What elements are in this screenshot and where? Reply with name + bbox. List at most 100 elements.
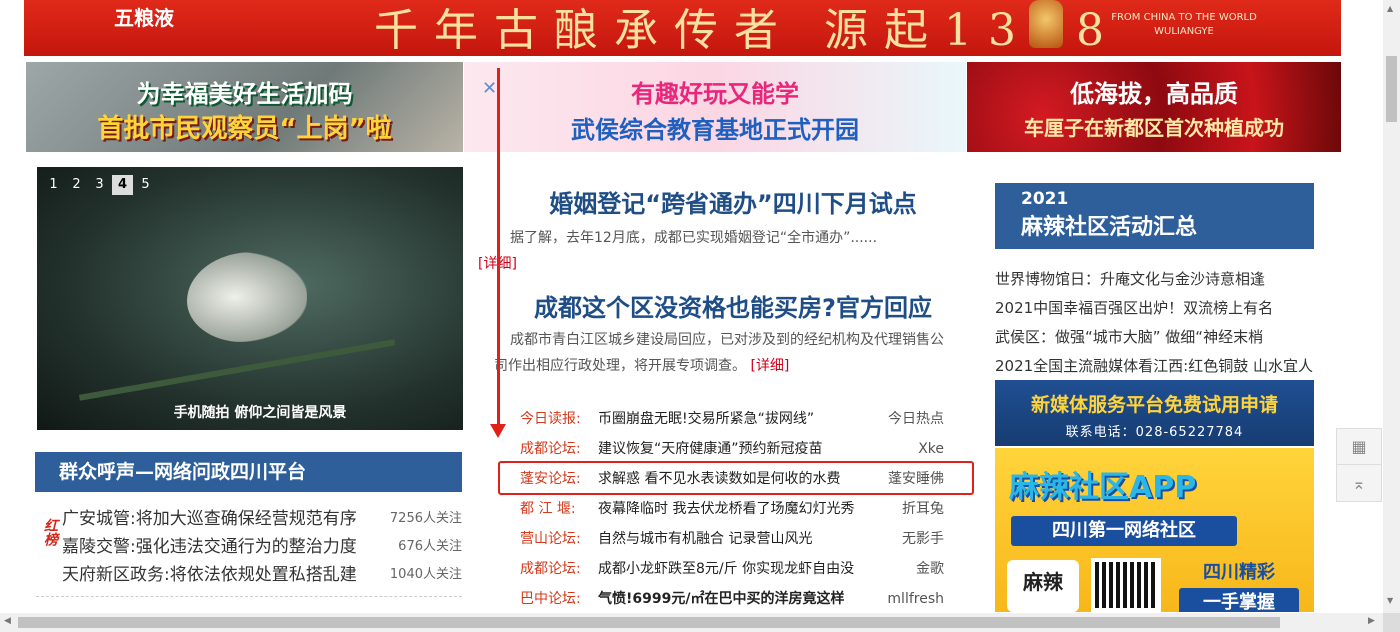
pager-page-3[interactable]: 3	[89, 175, 110, 195]
headline-desc: 据了解，去年12月底，成都已实现婚姻登记“全市通办”...... [详细]	[478, 225, 950, 277]
forum-author[interactable]: mllfresh	[887, 584, 944, 614]
forum-title[interactable]: 气愤!6999元/㎡在巴中买的洋房竟这样	[598, 584, 881, 614]
floating-toolbar: ▦ ⌅	[1336, 428, 1382, 502]
qr-code-image	[1091, 558, 1161, 612]
forum-author[interactable]: 无影手	[902, 524, 944, 554]
slide-caption[interactable]: 手机随拍 俯仰之间皆是风景	[37, 402, 463, 422]
list-item[interactable]: 世界博物馆日：升庵文化与金沙诗意相逢	[995, 265, 1325, 294]
appeal-count: 676人关注	[398, 539, 462, 554]
qr-code-icon[interactable]: ▦	[1337, 429, 1381, 465]
appeal-count: 1040人关注	[389, 567, 462, 582]
banner-brand-left: 五粮液	[114, 6, 174, 30]
ad-line2: 武侯综合教育基地正式开园	[571, 116, 859, 144]
ad-banner-observers[interactable]: 为幸福美好生活加码 首批市民观察员“上岗”啦	[26, 62, 463, 152]
list-item[interactable]: 2021中国幸福百强区出炉！双流榜上有名	[995, 294, 1325, 323]
forum-author[interactable]: 今日热点	[888, 404, 944, 434]
red-list-label: 红榜	[42, 518, 58, 546]
community-activity-summary[interactable]: 2021 麻辣社区活动汇总	[995, 183, 1314, 249]
list-item[interactable]: 广安城管:将加大巡查确保经营规范有序 7256人关注	[62, 505, 462, 533]
forum-title[interactable]: 建议恢复“天府健康通”预约新冠疫苗	[598, 434, 912, 464]
list-item[interactable]: 成都论坛: 成都小龙虾跌至8元/斤 你实现龙虾自由没 金歌	[520, 554, 944, 584]
banner-brand-right: FROM CHINA TO THE WORLD WULIANGYE	[1104, 12, 1264, 40]
forum-source[interactable]: 巴中论坛:	[520, 584, 598, 614]
forum-source[interactable]: 今日读报:	[520, 404, 598, 434]
list-item[interactable]: 成都论坛: 建议恢复“天府健康通”预约新冠疫苗 Xke	[520, 434, 944, 464]
headline-marriage-registration[interactable]: 婚姻登记“跨省通办”四川下月试点	[500, 184, 966, 219]
appeal-title[interactable]: 嘉陵交警:强化违法交通行为的整治力度	[62, 533, 357, 561]
forum-author[interactable]: Xke	[918, 434, 944, 464]
forum-title[interactable]: 币圈崩盘无眠!交易所紧急“拔网线”	[598, 404, 882, 434]
media-ad-phone: 联系电话：028-65227784	[1065, 425, 1244, 440]
ad-banner-cherries[interactable]: 低海拔，高品质 车厘子在新都区首次种植成功	[967, 62, 1341, 152]
right-news-list: 世界博物馆日：升庵文化与金沙诗意相逢 2021中国幸福百强区出炉！双流榜上有名 …	[995, 265, 1325, 381]
list-item[interactable]: 巴中论坛: 气愤!6999元/㎡在巴中买的洋房竟这样 mllfresh	[520, 584, 944, 614]
appeal-list: 广安城管:将加大巡查确保经营规范有序 7256人关注 嘉陵交警:强化违法交通行为…	[62, 505, 462, 589]
scroll-right-icon[interactable]: ▶	[1368, 616, 1375, 626]
scroll-down-icon[interactable]: ▼	[1387, 596, 1393, 605]
photo-slideshow[interactable]: 1 2 3 4 5 手机随拍 俯仰之间皆是风景	[37, 167, 463, 430]
app-logo: 麻辣	[1007, 560, 1079, 612]
plant-stem-image	[78, 339, 396, 401]
forum-source[interactable]: 成都论坛:	[520, 434, 598, 464]
pager-page-5[interactable]: 5	[135, 175, 156, 195]
list-item[interactable]: 今日读报: 币圈崩盘无眠!交易所紧急“拔网线” 今日热点	[520, 404, 944, 434]
top-banner-ad[interactable]: 五粮液 千年古酿承传者 源起1368 FROM CHINA TO THE WOR…	[24, 0, 1341, 56]
forum-title[interactable]: 成都小龙虾跌至8元/斤 你实现龙虾自由没	[598, 554, 910, 584]
horizontal-scroll-thumb[interactable]	[18, 617, 1280, 628]
list-item[interactable]: 都 江 堰: 夜幕降临时 我去伏龙桥看了场魔幻灯光秀 折耳兔	[520, 494, 944, 524]
ad-line2: 首批市民观察员“上岗”啦	[97, 114, 392, 144]
summary-year: 2021	[1021, 189, 1069, 209]
annotation-arrow-shaft	[497, 68, 500, 428]
forum-source[interactable]: 都 江 堰:	[520, 494, 598, 524]
new-media-trial-ad[interactable]: 新媒体服务平台免费试用申请 联系电话：028-65227784	[995, 380, 1314, 446]
app-ad-side1: 四川精彩	[1203, 562, 1275, 583]
horizontal-scrollbar[interactable]: ◀ ▶	[0, 613, 1383, 632]
forum-author[interactable]: 金歌	[916, 554, 944, 584]
pager-page-2[interactable]: 2	[66, 175, 87, 195]
forum-source[interactable]: 成都论坛:	[520, 554, 598, 584]
vertical-scroll-thumb[interactable]	[1386, 56, 1397, 122]
pager-page-4[interactable]: 4	[112, 175, 133, 195]
scroll-left-icon[interactable]: ◀	[4, 616, 11, 626]
forum-title[interactable]: 夜幕降临时 我去伏龙桥看了场魔幻灯光秀	[598, 494, 896, 524]
app-ad-title: 麻辣社区APP	[1009, 470, 1197, 505]
detail-link[interactable]: [详细]	[750, 358, 789, 374]
forum-author[interactable]: 折耳兔	[902, 494, 944, 524]
mala-community-app-ad[interactable]: 麻辣社区APP 四川第一网络社区 麻辣 四川精彩 一手掌握	[995, 448, 1314, 612]
back-to-top-icon[interactable]: ⌅	[1337, 465, 1381, 501]
appeal-section-title[interactable]: 群众呼声—网络问政四川平台	[35, 452, 462, 492]
vertical-scrollbar[interactable]: ▲ ▼	[1383, 0, 1400, 613]
ad-banner-education-base[interactable]: ✕ 有趣好玩又能学 武侯综合教育基地正式开园	[464, 62, 966, 152]
ad-line1: 有趣好玩又能学	[631, 80, 799, 108]
liquor-bottle-image	[1029, 0, 1063, 48]
banner-brand-right-name: WULIANGYE	[1154, 26, 1214, 37]
summary-title: 麻辣社区活动汇总	[1021, 215, 1198, 240]
scrollbar-corner	[1383, 613, 1400, 632]
slideshow-pager: 1 2 3 4 5	[43, 175, 156, 195]
headline-desc-text: 据了解，去年12月底，成都已实现婚姻登记“全市通办”......	[510, 230, 878, 246]
butterfly-image	[187, 252, 307, 342]
appeal-count: 7256人关注	[389, 511, 462, 526]
headline-desc: 成都市青白江区城乡建设局回应，已对涉及到的经纪机构及代理销售公司作出相应行政处理…	[494, 327, 950, 379]
appeal-title[interactable]: 天府新区政务:将依法依规处置私搭乱建	[62, 561, 357, 589]
scroll-up-icon[interactable]: ▲	[1387, 4, 1393, 13]
list-item[interactable]: 2021全国主流融媒体看江西:红色铜鼓 山水宜人	[995, 352, 1325, 381]
pager-page-1[interactable]: 1	[43, 175, 64, 195]
banner-brand-right-en: FROM CHINA TO THE WORLD	[1111, 12, 1257, 23]
forum-title[interactable]: 自然与城市有机融合 记录营山风光	[598, 524, 896, 554]
divider	[36, 596, 462, 597]
app-ad-subtitle: 四川第一网络社区	[1011, 516, 1237, 546]
forum-source[interactable]: 营山论坛:	[520, 524, 598, 554]
app-ad-side2: 一手掌握	[1179, 588, 1299, 612]
appeal-title[interactable]: 广安城管:将加大巡查确保经营规范有序	[62, 505, 357, 533]
ad-line1: 为幸福美好生活加码	[136, 80, 353, 108]
list-item[interactable]: 营山论坛: 自然与城市有机融合 记录营山风光 无影手	[520, 524, 944, 554]
list-item[interactable]: 天府新区政务:将依法依规处置私搭乱建 1040人关注	[62, 561, 462, 589]
media-ad-title: 新媒体服务平台免费试用申请	[1030, 394, 1278, 416]
banner-slogan: 千年古酿承传者 源起1368	[374, 5, 1120, 56]
ad-line1: 低海拔，高品质	[1070, 79, 1238, 108]
list-item[interactable]: 武侯区：做强“城市大脑” 做细“神经末梢	[995, 323, 1325, 352]
headline-housing[interactable]: 成都这个区没资格也能买房?官方回应	[500, 288, 966, 323]
annotation-arrow-head	[490, 424, 506, 438]
list-item[interactable]: 嘉陵交警:强化违法交通行为的整治力度 676人关注	[62, 533, 462, 561]
